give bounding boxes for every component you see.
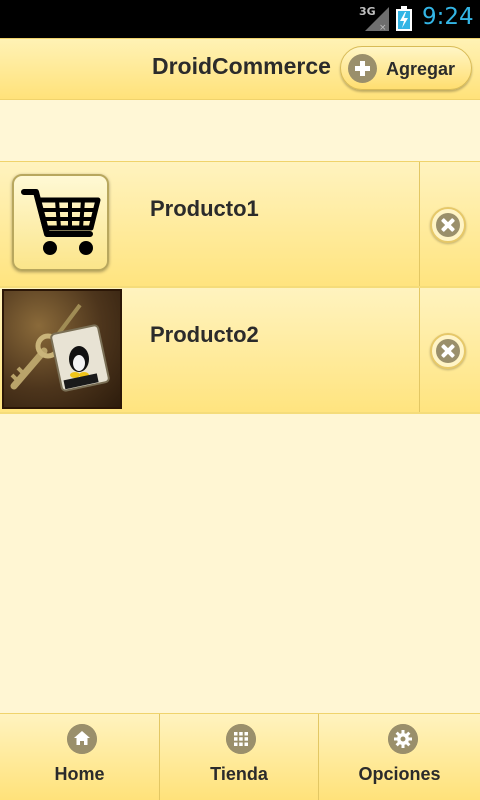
add-button-label: Agregar — [386, 59, 456, 79]
tab-home[interactable]: Home — [0, 714, 160, 800]
grid-icon — [226, 724, 256, 754]
product-list: Producto1 Producto2 — [0, 162, 480, 414]
tab-label: Home — [54, 764, 105, 784]
tab-options[interactable]: Opciones — [319, 714, 480, 800]
status-bar: 3G × 9:24 — [0, 0, 480, 38]
close-icon — [436, 339, 460, 363]
app-title: DroidCommerce — [152, 53, 331, 79]
list-item[interactable]: Producto1 — [0, 162, 480, 288]
tab-label: Tienda — [210, 764, 268, 784]
clock: 9:24 — [422, 4, 474, 30]
tab-store[interactable]: Tienda — [160, 714, 319, 800]
add-product-button[interactable]: Agregar — [340, 46, 472, 90]
close-icon — [436, 213, 460, 237]
linux-keychain-photo — [2, 289, 122, 409]
plus-icon — [348, 54, 377, 83]
svg-text:×: × — [379, 23, 387, 31]
shopping-cart-icon — [12, 174, 109, 271]
home-icon — [67, 724, 97, 754]
gear-icon — [388, 724, 418, 754]
delete-button[interactable] — [430, 333, 466, 369]
bottom-tab-bar: Home Tienda Opciones — [0, 713, 480, 800]
battery-charging-icon — [396, 6, 412, 31]
row-divider — [419, 162, 420, 286]
product-name: Producto1 — [150, 196, 259, 221]
signal-icon: × — [365, 7, 389, 31]
list-item[interactable]: Producto2 — [0, 288, 480, 414]
product-name: Producto2 — [150, 322, 259, 347]
delete-button[interactable] — [430, 207, 466, 243]
product-thumbnail — [0, 288, 126, 412]
app-header: DroidCommerce Agregar — [0, 38, 480, 100]
tab-label: Opciones — [358, 764, 441, 784]
network-indicator: 3G × — [359, 5, 389, 31]
product-thumbnail — [0, 162, 126, 286]
row-divider — [419, 288, 420, 412]
toolbar-spacer — [0, 100, 480, 162]
